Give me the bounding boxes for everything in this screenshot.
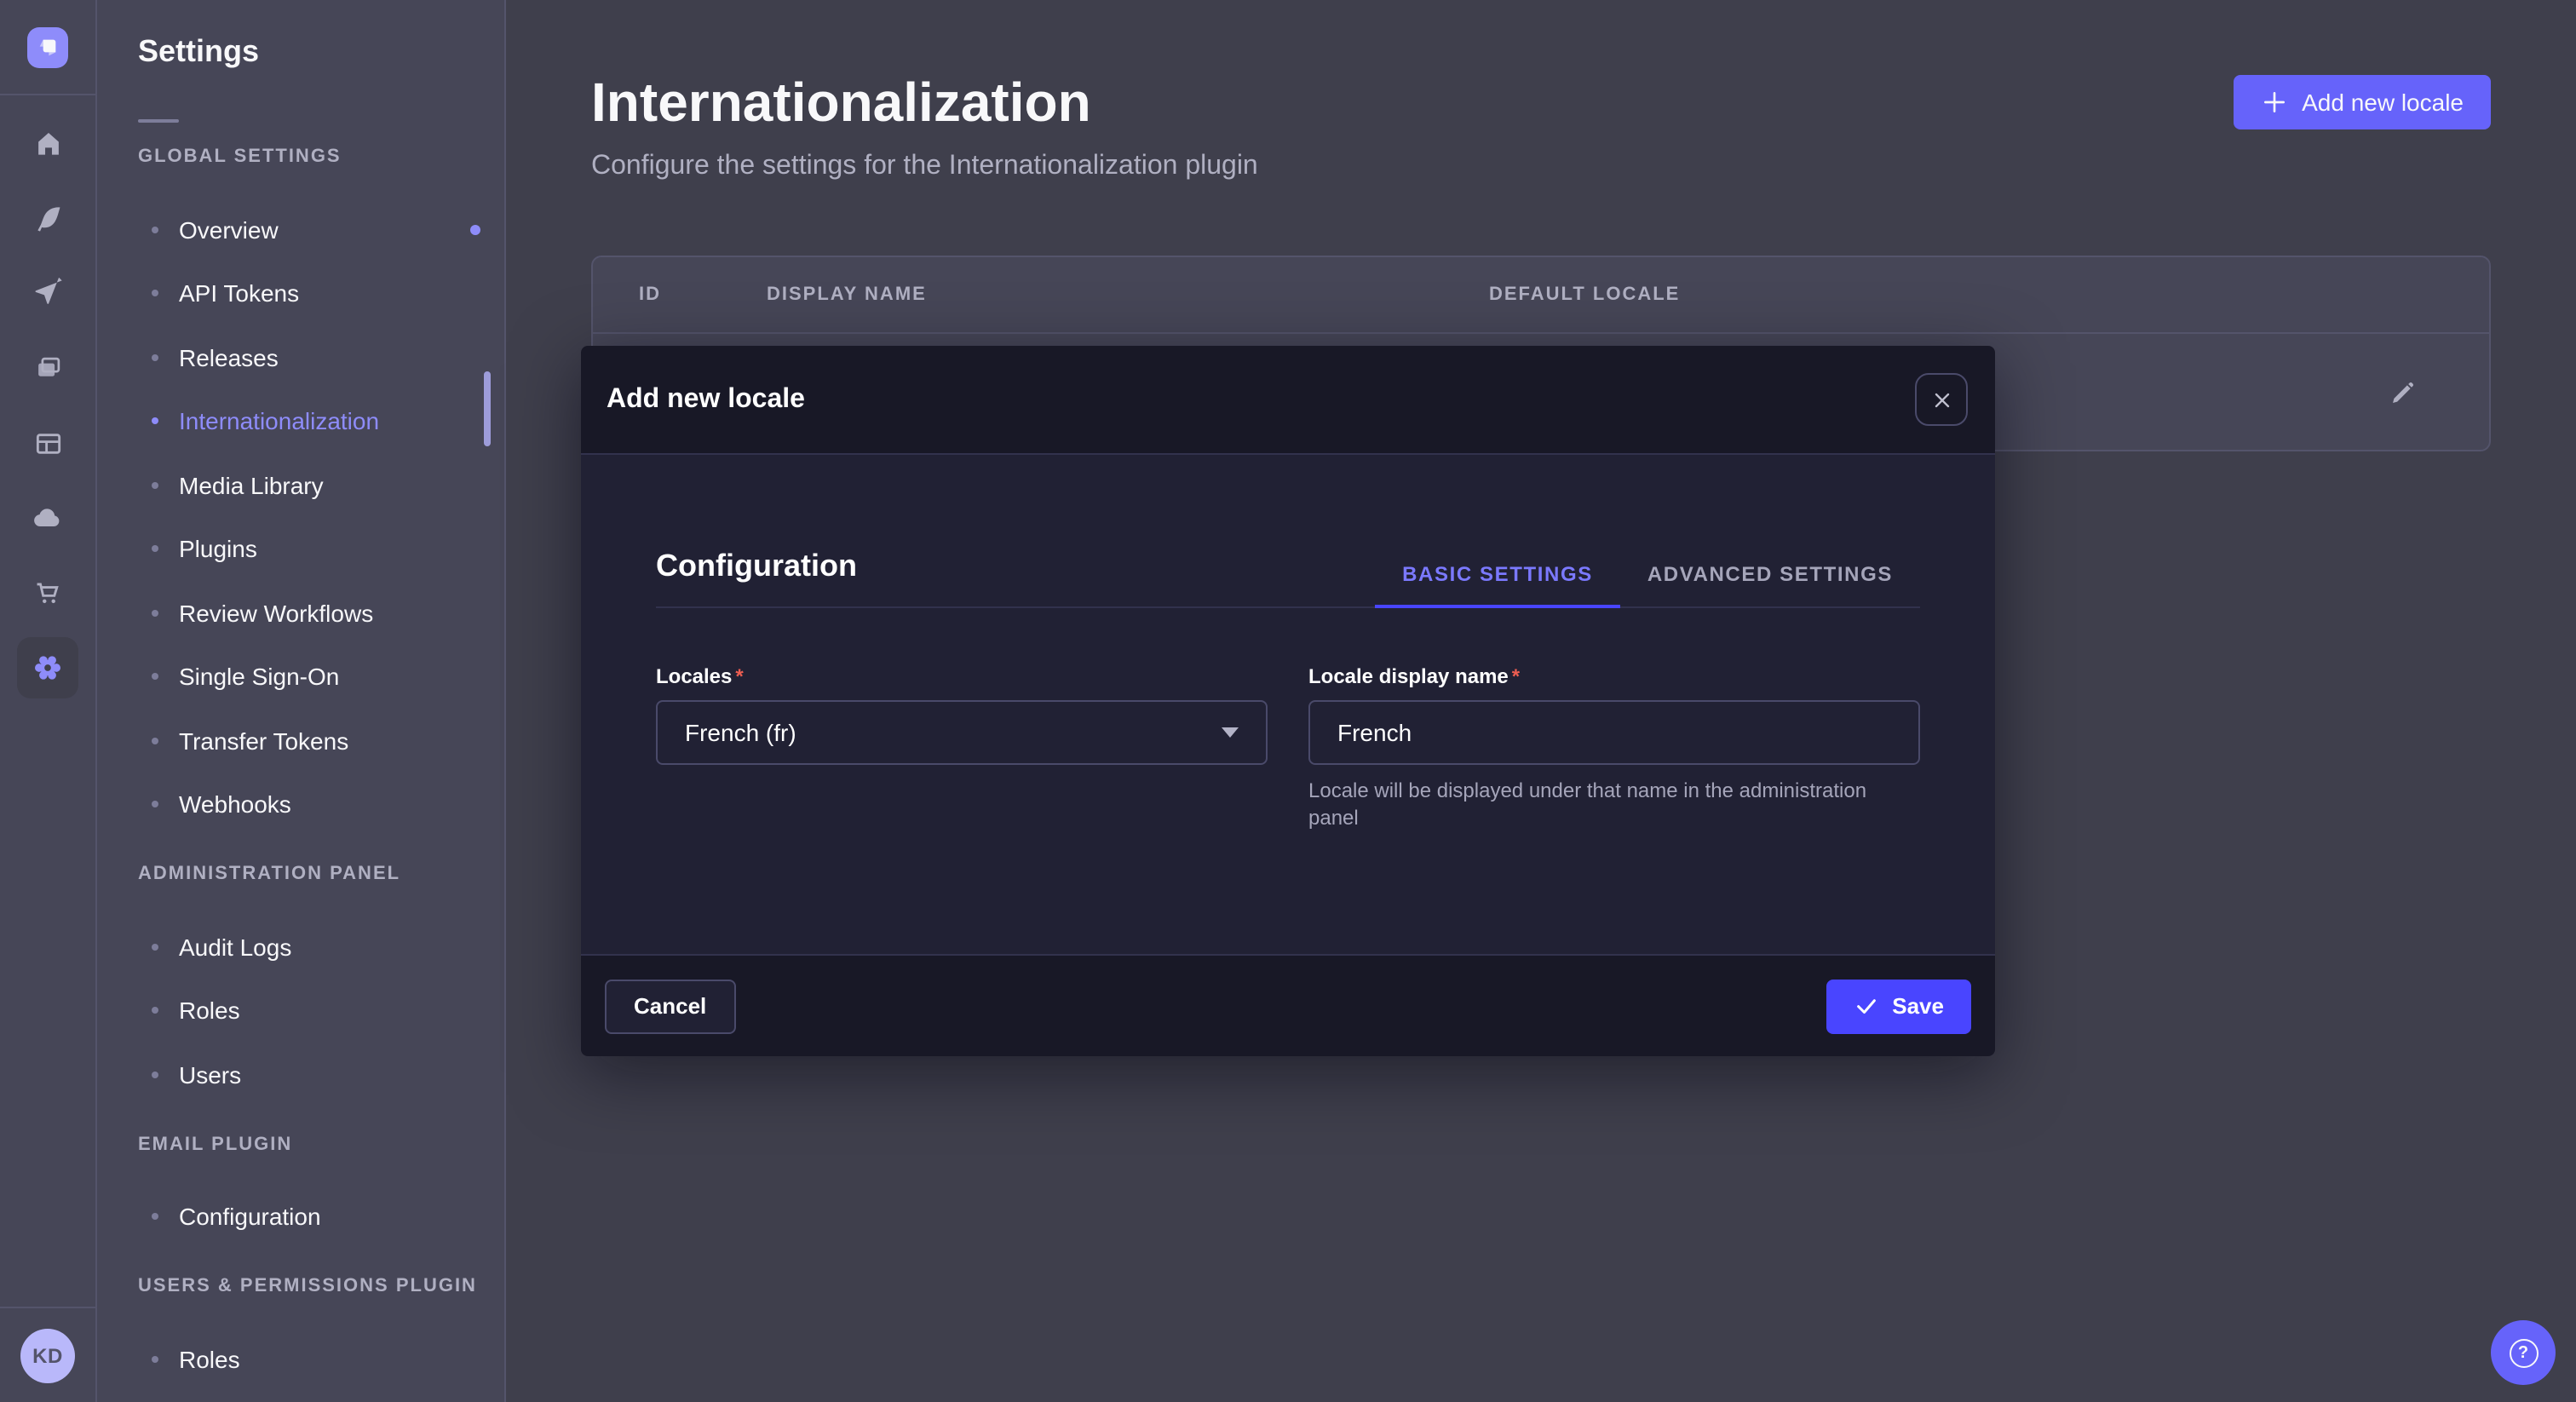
required-asterisk: * (735, 664, 743, 688)
tab-advanced-settings[interactable]: ADVANCED SETTINGS (1620, 562, 1920, 606)
locales-field: Locales* French (fr) (656, 661, 1268, 831)
add-locale-modal: Add new locale Configuration BASIC SETTI… (581, 346, 1995, 1056)
close-button[interactable] (1915, 373, 1968, 426)
locales-select[interactable]: French (fr) (656, 700, 1268, 765)
display-name-hint: Locale will be displayed under that name… (1308, 777, 1920, 831)
chevron-down-icon (1222, 727, 1239, 738)
configuration-header-row: Configuration BASIC SETTINGS ADVANCED SE… (656, 455, 1920, 608)
save-button[interactable]: Save (1826, 979, 1971, 1033)
configuration-title: Configuration (656, 545, 857, 606)
display-name-input[interactable] (1308, 700, 1920, 765)
locale-form-row: Locales* French (fr) Locale display name… (656, 661, 1920, 831)
display-name-field: Locale display name* Locale will be disp… (1308, 661, 1920, 831)
locales-label: Locales* (656, 664, 744, 688)
locales-select-value: French (fr) (685, 719, 796, 746)
modal-header: Add new locale (581, 346, 1995, 455)
display-name-label: Locale display name* (1308, 664, 1520, 688)
settings-tabs: BASIC SETTINGS ADVANCED SETTINGS (1375, 562, 1920, 606)
save-button-label: Save (1892, 993, 1944, 1019)
cancel-button[interactable]: Cancel (605, 979, 735, 1033)
modal-title: Add new locale (607, 384, 805, 415)
check-icon (1853, 993, 1878, 1019)
modal-footer: Cancel Save (581, 954, 1995, 1056)
modal-body: Configuration BASIC SETTINGS ADVANCED SE… (581, 455, 1995, 954)
app-viewport: KD Settings GLOBAL SETTINGS Overview API… (0, 0, 2576, 1402)
required-asterisk: * (1512, 664, 1520, 688)
close-icon (1929, 388, 1953, 411)
tab-basic-settings[interactable]: BASIC SETTINGS (1375, 562, 1620, 606)
